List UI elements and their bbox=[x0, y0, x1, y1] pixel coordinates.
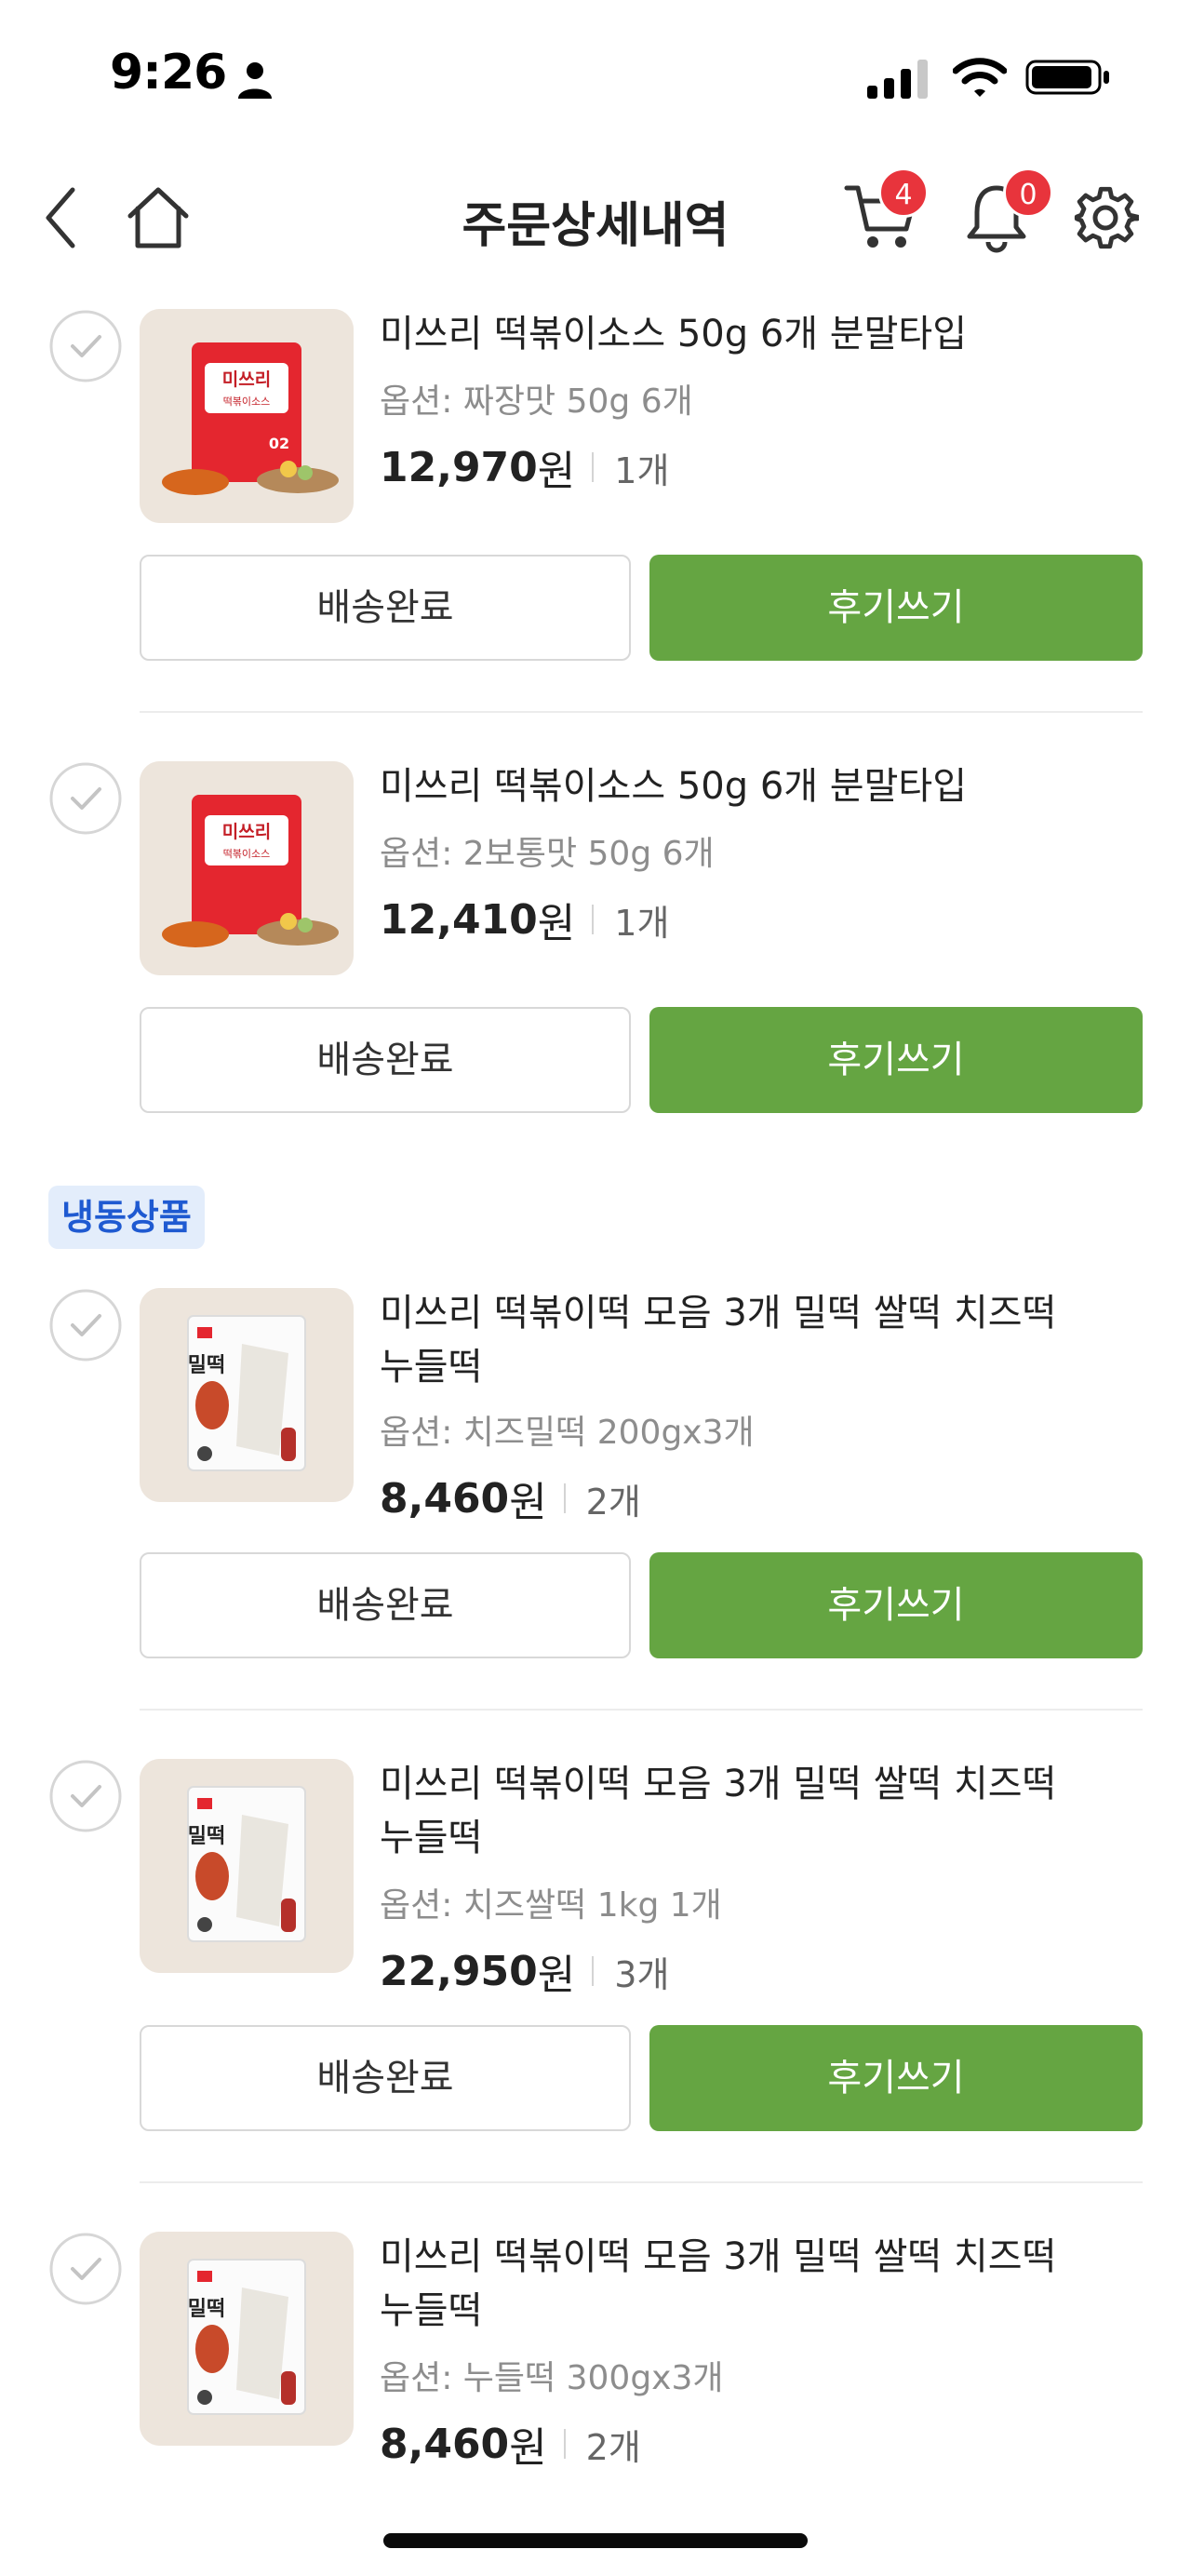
product-quantity: 2개 bbox=[585, 1481, 641, 1523]
sauce-brand-text: 미쓰리 bbox=[222, 822, 271, 842]
product-quantity: 1개 bbox=[614, 902, 670, 944]
won-suffix: 원 bbox=[537, 1952, 576, 1999]
frozen-section-badge: 냉동상품 bbox=[48, 1186, 205, 1249]
product-option: 옵션: 치즈밀떡 200gx3개 bbox=[380, 1414, 755, 1452]
product-price: 8,460 bbox=[380, 2420, 510, 2468]
product-price: 12,410 bbox=[380, 895, 538, 944]
product-option: 옵션: 치즈쌀떡 1kg 1개 bbox=[380, 1886, 722, 1925]
battery-icon bbox=[1025, 60, 1109, 95]
product-image-sauce[interactable]: 미쓰리 떡볶이소스 02 bbox=[140, 309, 354, 523]
cart-count-badge: 4 bbox=[878, 168, 929, 218]
product-quantity: 1개 bbox=[614, 449, 670, 491]
product-quantity: 3개 bbox=[614, 1953, 670, 1995]
select-check-icon[interactable] bbox=[48, 1288, 123, 1362]
product-name[interactable]: 미쓰리 떡볶이소스 50g 6개 분말타입 bbox=[380, 759, 1068, 813]
delivery-status-button[interactable]: 배송완료 bbox=[140, 555, 631, 661]
product-option: 옵션: 누들떡 300gx3개 bbox=[380, 2359, 724, 2397]
product-name[interactable]: 미쓰리 떡볶이떡 모음 3개 밀떡 쌀떡 치즈떡 누들떡 bbox=[380, 2230, 1068, 2338]
status-bar: 9:26 bbox=[0, 0, 1191, 149]
write-review-button[interactable]: 후기쓰기 bbox=[649, 1007, 1143, 1113]
item-divider bbox=[140, 711, 1143, 713]
write-review-button[interactable]: 후기쓰기 bbox=[649, 555, 1143, 661]
sauce-sub-text: 떡볶이소스 bbox=[223, 396, 271, 408]
product-option: 옵션: 짜장맛 50g 6개 bbox=[380, 382, 693, 421]
item-divider bbox=[140, 1709, 1143, 1711]
write-review-button[interactable]: 후기쓰기 bbox=[649, 1552, 1143, 1658]
rice-cake-label-text: 밀떡 bbox=[188, 1354, 225, 1377]
select-check-icon[interactable] bbox=[48, 761, 123, 836]
sauce-sub-text: 떡볶이소스 bbox=[223, 848, 271, 860]
product-image-sauce[interactable]: 미쓰리 떡볶이소스 bbox=[140, 761, 354, 975]
home-indicator[interactable] bbox=[383, 2533, 808, 2548]
price-row: 12,410 원 1개 bbox=[380, 890, 669, 949]
wifi-icon bbox=[953, 58, 1007, 97]
price-row: 8,460 원 2개 bbox=[380, 2414, 641, 2474]
product-image-rice-cake[interactable]: 밀떡 bbox=[140, 1759, 354, 1973]
product-name[interactable]: 미쓰리 떡볶이떡 모음 3개 밀떡 쌀떡 치즈떡 누들떡 bbox=[380, 1757, 1068, 1865]
write-review-button[interactable]: 후기쓰기 bbox=[649, 2025, 1143, 2131]
won-suffix: 원 bbox=[537, 900, 576, 947]
price-row: 12,970 원 1개 bbox=[380, 437, 669, 497]
product-quantity: 2개 bbox=[585, 2426, 641, 2468]
delivery-status-button[interactable]: 배송완료 bbox=[140, 1007, 631, 1113]
price-row: 8,460 원 2개 bbox=[380, 1469, 641, 1528]
won-suffix: 원 bbox=[537, 448, 576, 495]
notification-count-badge: 0 bbox=[1003, 168, 1053, 218]
product-option: 옵션: 2보통맛 50g 6개 bbox=[380, 835, 715, 873]
product-name[interactable]: 미쓰리 떡볶이떡 모음 3개 밀떡 쌀떡 치즈떡 누들떡 bbox=[380, 1286, 1068, 1394]
item-divider bbox=[140, 2181, 1143, 2183]
product-price: 22,950 bbox=[380, 1947, 538, 1995]
price-separator bbox=[592, 452, 595, 482]
product-price: 8,460 bbox=[380, 1474, 510, 1523]
won-suffix: 원 bbox=[509, 1479, 547, 1526]
won-suffix: 원 bbox=[509, 2424, 547, 2472]
price-separator bbox=[563, 2429, 566, 2459]
gear-icon[interactable] bbox=[1072, 184, 1139, 251]
rice-cake-label-text: 밀떡 bbox=[188, 2298, 225, 2321]
product-price: 12,970 bbox=[380, 443, 538, 491]
sauce-brand-text: 미쓰리 bbox=[222, 369, 271, 390]
select-check-icon[interactable] bbox=[48, 2232, 123, 2306]
cellular-signal-icon bbox=[867, 60, 928, 99]
price-separator bbox=[563, 1483, 566, 1513]
person-icon bbox=[238, 62, 272, 99]
price-separator bbox=[592, 1956, 595, 1986]
delivery-status-button[interactable]: 배송완료 bbox=[140, 2025, 631, 2131]
product-image-rice-cake[interactable]: 밀떡 bbox=[140, 2232, 354, 2446]
select-check-icon[interactable] bbox=[48, 309, 123, 383]
product-name[interactable]: 미쓰리 떡볶이소스 50g 6개 분말타입 bbox=[380, 307, 1068, 361]
status-time: 9:26 bbox=[110, 45, 227, 101]
sauce-no-text: 02 bbox=[269, 435, 289, 452]
product-image-rice-cake[interactable]: 밀떡 bbox=[140, 1288, 354, 1502]
price-separator bbox=[592, 905, 595, 934]
price-row: 22,950 원 3개 bbox=[380, 1941, 669, 2001]
select-check-icon[interactable] bbox=[48, 1759, 123, 1833]
delivery-status-button[interactable]: 배송완료 bbox=[140, 1552, 631, 1658]
rice-cake-label-text: 밀떡 bbox=[188, 1825, 225, 1848]
